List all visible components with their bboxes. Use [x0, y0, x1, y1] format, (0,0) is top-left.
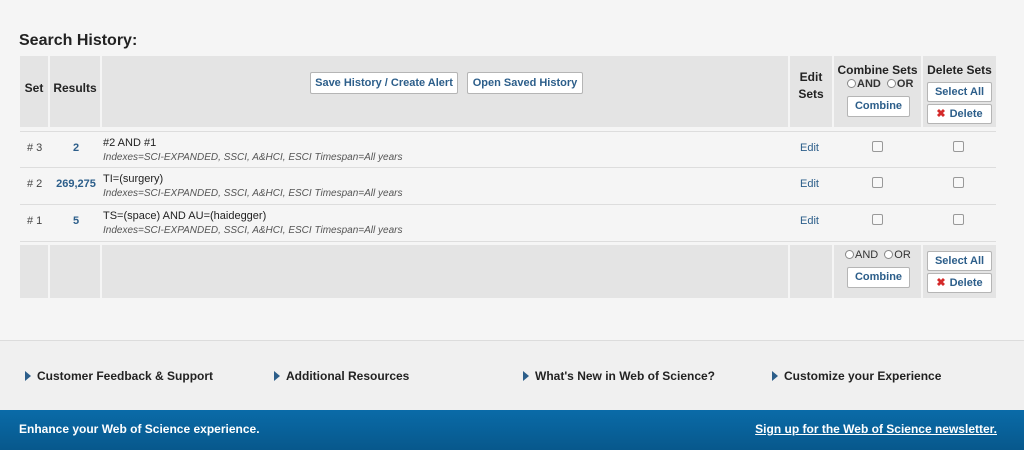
delete-label: Delete	[949, 277, 983, 289]
and-radio[interactable]	[845, 250, 854, 259]
edit-link[interactable]: Edit	[800, 178, 819, 190]
header-edit-sets-line1: Edit	[799, 70, 823, 84]
delete-button-bottom[interactable]: ✖ Delete	[927, 273, 992, 293]
combine-checkbox[interactable]	[872, 177, 883, 188]
banner-text: Enhance your Web of Science experience.	[19, 422, 260, 436]
header-set: Set	[24, 81, 44, 95]
footer-links: Customer Feedback & Support Additional R…	[0, 340, 1024, 410]
or-radio[interactable]	[884, 250, 894, 259]
and-radio[interactable]	[847, 79, 856, 88]
header-edit-sets-line2: Sets	[798, 87, 824, 101]
triangle-right-icon	[523, 371, 529, 381]
indexes-text: Indexes=SCI-EXPANDED, SSCI, A&HCI, ESCI …	[103, 152, 403, 163]
save-history-button[interactable]: Save History / Create Alert	[310, 72, 458, 94]
open-saved-history-button[interactable]: Open Saved History	[467, 72, 583, 94]
query-text: TI=(surgery)	[103, 173, 164, 185]
table-row: # 3 2 #2 AND #1 Indexes=SCI-EXPANDED, SS…	[20, 131, 996, 168]
and-label: AND	[855, 249, 879, 261]
header-delete-sets: Delete Sets	[927, 63, 992, 77]
footer-link-customize[interactable]: Customize your Experience	[772, 369, 941, 383]
search-history-table: Set Results Save History / Create Alert …	[20, 56, 996, 298]
query-text: TS=(space) AND AU=(haidegger)	[103, 210, 267, 222]
history-rows: # 3 2 #2 AND #1 Indexes=SCI-EXPANDED, SS…	[20, 131, 996, 242]
table-row: # 1 5 TS=(space) AND AU=(haidegger) Inde…	[20, 205, 996, 242]
footer-link-feedback[interactable]: Customer Feedback & Support	[25, 369, 213, 383]
results-link[interactable]: 5	[54, 215, 98, 227]
delete-checkbox[interactable]	[953, 177, 964, 188]
indexes-text: Indexes=SCI-EXPANDED, SSCI, A&HCI, ESCI …	[103, 188, 403, 199]
query-text: #2 AND #1	[103, 137, 157, 149]
indexes-text: Indexes=SCI-EXPANDED, SSCI, A&HCI, ESCI …	[103, 225, 403, 236]
or-radio[interactable]	[886, 79, 896, 88]
set-number: # 3	[27, 142, 43, 154]
results-link[interactable]: 2	[54, 142, 98, 154]
delete-checkbox[interactable]	[953, 141, 964, 152]
triangle-right-icon	[25, 371, 31, 381]
results-link[interactable]: 269,275	[54, 178, 98, 190]
footer-link-label: Additional Resources	[286, 369, 410, 383]
table-footer: AND OR Combine Select All ✖ Delete	[20, 245, 996, 298]
combine-checkbox[interactable]	[872, 141, 883, 152]
header-combine-sets: Combine Sets	[837, 63, 918, 77]
combine-operator-bottom: AND OR	[845, 249, 911, 261]
delete-button[interactable]: ✖ Delete	[927, 104, 992, 124]
delete-checkbox[interactable]	[953, 214, 964, 225]
or-label: OR	[896, 78, 914, 90]
x-icon: ✖	[936, 108, 946, 120]
footer-link-label: Customer Feedback & Support	[37, 369, 214, 383]
select-all-button[interactable]: Select All	[927, 82, 992, 102]
table-header: Set Results Save History / Create Alert …	[20, 56, 996, 127]
x-icon: ✖	[936, 277, 946, 289]
triangle-right-icon	[772, 371, 778, 381]
footer-link-whats-new[interactable]: What's New in Web of Science?	[523, 369, 715, 383]
set-number: # 1	[27, 215, 43, 227]
set-number: # 2	[27, 178, 43, 190]
page-title: Search History:	[19, 32, 138, 49]
combine-button-bottom[interactable]: Combine	[847, 267, 910, 288]
combine-button[interactable]: Combine	[847, 96, 910, 117]
footer-link-label: What's New in Web of Science?	[535, 369, 715, 383]
combine-operator-top: AND OR	[847, 78, 913, 90]
combine-checkbox[interactable]	[872, 214, 883, 225]
footer-link-label: Customize your Experience	[784, 369, 942, 383]
or-label: OR	[894, 249, 911, 261]
edit-link[interactable]: Edit	[800, 215, 819, 227]
edit-link[interactable]: Edit	[800, 142, 819, 154]
select-all-button-bottom[interactable]: Select All	[927, 251, 992, 271]
newsletter-banner: Enhance your Web of Science experience. …	[0, 410, 1024, 450]
and-label: AND	[857, 78, 881, 90]
delete-label: Delete	[949, 108, 983, 120]
footer-link-resources[interactable]: Additional Resources	[274, 369, 409, 383]
triangle-right-icon	[274, 371, 280, 381]
header-results: Results	[53, 81, 97, 95]
newsletter-signup-link[interactable]: Sign up for the Web of Science newslette…	[755, 422, 997, 436]
table-row: # 2 269,275 TI=(surgery) Indexes=SCI-EXP…	[20, 168, 996, 205]
